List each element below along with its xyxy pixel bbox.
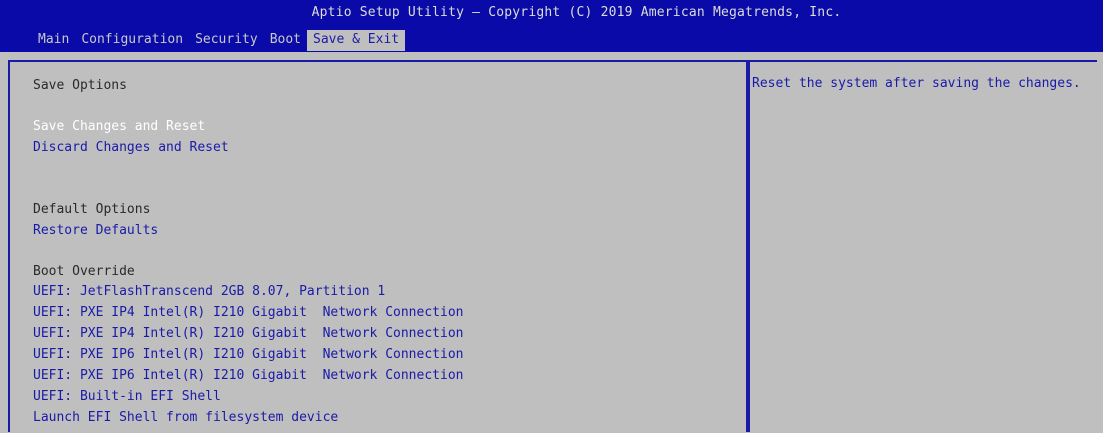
tab-configuration[interactable]: Configuration — [79, 30, 187, 51]
default-options-heading: Default Options — [33, 202, 151, 217]
boot-override-item-pxe-ip6-1[interactable]: UEFI: PXE IP6 Intel(R) I210 Gigabit Netw… — [33, 347, 463, 363]
tab-security[interactable]: Security — [193, 30, 262, 51]
boot-override-item-jetflash[interactable]: UEFI: JetFlashTranscend 2GB 8.07, Partit… — [33, 284, 385, 300]
utility-title: Aptio Setup Utility – Copyright (C) 2019… — [311, 5, 842, 20]
help-text: Reset the system after saving the change… — [752, 76, 1081, 91]
tab-main[interactable]: Main — [36, 30, 73, 51]
discard-changes-reset-item[interactable]: Discard Changes and Reset — [33, 140, 229, 156]
tab-save-exit[interactable]: Save & Exit — [307, 30, 406, 51]
help-panel: Reset the system after saving the change… — [748, 60, 1097, 432]
restore-defaults-item[interactable]: Restore Defaults — [33, 223, 158, 239]
tab-boot[interactable]: Boot — [268, 30, 305, 51]
boot-override-item-efi-shell[interactable]: UEFI: Built-in EFI Shell — [33, 389, 221, 405]
boot-override-heading: Boot Override — [33, 264, 135, 279]
header-bar: Aptio Setup Utility – Copyright (C) 2019… — [0, 0, 1103, 52]
boot-override-item-pxe-ip6-2[interactable]: UEFI: PXE IP6 Intel(R) I210 Gigabit Netw… — [33, 368, 463, 384]
boot-override-item-launch-efi-shell[interactable]: Launch EFI Shell from filesystem device — [33, 410, 338, 426]
save-options-heading: Save Options — [33, 78, 127, 93]
bios-screen: Aptio Setup Utility – Copyright (C) 2019… — [0, 0, 1103, 433]
menu-bar: Main Configuration Security Boot Save & … — [36, 30, 406, 51]
boot-override-item-pxe-ip4-1[interactable]: UEFI: PXE IP4 Intel(R) I210 Gigabit Netw… — [33, 305, 463, 321]
options-panel: Save Options Save Changes and Reset Disc… — [8, 60, 748, 432]
save-changes-reset-item[interactable]: Save Changes and Reset — [33, 119, 205, 135]
boot-override-item-pxe-ip4-2[interactable]: UEFI: PXE IP4 Intel(R) I210 Gigabit Netw… — [33, 326, 463, 342]
